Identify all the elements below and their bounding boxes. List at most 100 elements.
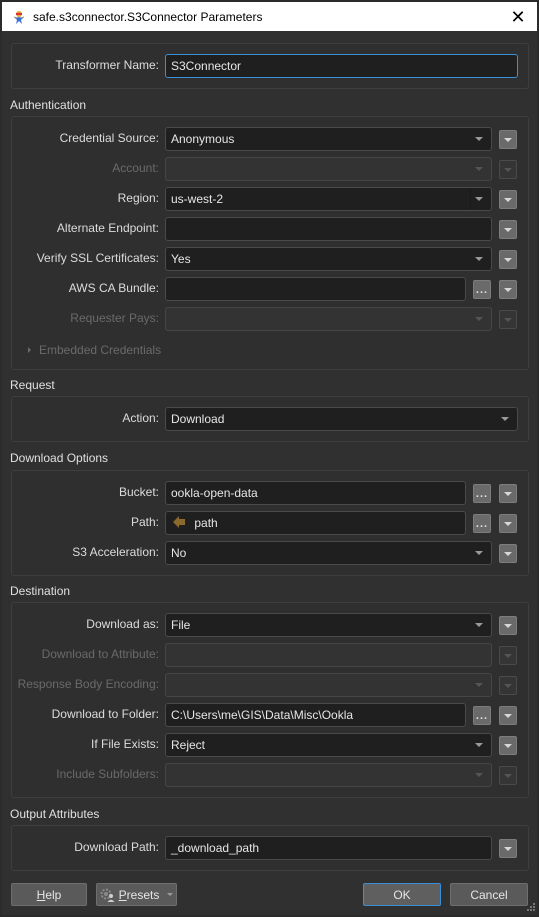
chevron-down-icon: [504, 773, 512, 778]
close-icon[interactable]: ✕: [507, 6, 529, 28]
window-title: safe.s3connector.S3Connector Parameters: [33, 9, 263, 24]
response-body-encoding-label: Response Body Encoding:: [17, 677, 159, 691]
chevron-down-icon: [504, 287, 512, 292]
chevron-down-icon: [167, 893, 174, 896]
credential-source-select[interactable]: Anonymous: [165, 127, 492, 151]
path-row: Path: path ...: [12, 511, 528, 535]
verify-ssl-select[interactable]: Yes: [165, 247, 492, 271]
path-browse-button[interactable]: ...: [473, 514, 491, 533]
requester-pays-menu-button: [499, 310, 517, 329]
download-as-menu-button[interactable]: [499, 616, 517, 635]
account-select: [165, 157, 492, 181]
requester-pays-select: [165, 307, 492, 331]
chevron-down-icon: [504, 743, 512, 748]
download-to-attribute-input: [165, 643, 492, 667]
chevron-down-icon: [475, 167, 483, 171]
region-value: us-west-2: [171, 192, 224, 206]
help-button[interactable]: Help: [11, 883, 87, 906]
chevron-down-icon: [475, 137, 483, 141]
section-title-output-attributes: Output Attributes: [10, 807, 100, 821]
aws-ca-bundle-browse-button[interactable]: ...: [473, 280, 491, 299]
download-path-label: Download Path:: [74, 840, 159, 854]
resize-grip-icon[interactable]: [525, 903, 535, 913]
download-as-select[interactable]: File: [165, 613, 492, 637]
cancel-button[interactable]: Cancel: [450, 883, 528, 906]
requester-pays-row: Requester Pays:: [12, 307, 528, 331]
chevron-down-icon: [475, 743, 483, 747]
verify-ssl-row: Verify SSL Certificates: Yes: [12, 247, 528, 271]
chevron-down-icon: [504, 317, 512, 322]
if-file-exists-select[interactable]: Reject: [165, 733, 492, 757]
verify-ssl-menu-button[interactable]: [499, 250, 517, 269]
chevron-down-icon: [504, 683, 512, 688]
account-label: Account:: [112, 161, 159, 175]
bucket-browse-button[interactable]: ...: [473, 484, 491, 503]
transformer-name-group: Transformer Name: S3Connector: [11, 43, 529, 89]
region-label: Region:: [117, 191, 159, 205]
download-as-value: File: [171, 618, 191, 632]
path-input[interactable]: path: [165, 511, 466, 535]
destination-group: Download as: File Download to Attribute:…: [11, 602, 529, 798]
s3-acceleration-select[interactable]: No: [165, 541, 492, 565]
download-path-input[interactable]: _download_path: [165, 836, 492, 860]
download-as-label: Download as:: [86, 617, 159, 631]
credential-source-menu-button[interactable]: [499, 130, 517, 149]
path-menu-button[interactable]: [499, 514, 517, 533]
response-body-encoding-row: Response Body Encoding:: [12, 673, 528, 697]
alternate-endpoint-input[interactable]: [165, 217, 492, 241]
aws-ca-bundle-label: AWS CA Bundle:: [68, 281, 159, 295]
if-file-exists-row: If File Exists: Reject: [12, 733, 528, 757]
download-options-group: Bucket: ookla-open-data ... Path: path .…: [11, 470, 529, 576]
path-value: path: [194, 516, 218, 530]
bucket-menu-button[interactable]: [499, 484, 517, 503]
action-label: Action:: [122, 411, 159, 425]
chevron-right-icon: [28, 347, 31, 353]
chevron-down-icon: [475, 551, 483, 555]
help-mnemonic: H: [36, 887, 46, 902]
region-row: Region: us-west-2: [12, 187, 528, 211]
combo-separator: [470, 188, 471, 210]
alternate-endpoint-row: Alternate Endpoint:: [12, 217, 528, 241]
s3-acceleration-label: S3 Acceleration:: [72, 545, 159, 559]
credential-source-row: Credential Source: Anonymous: [12, 127, 528, 151]
dialog-content: Transformer Name: S3Connector Authentica…: [2, 31, 537, 915]
account-menu-button: [499, 160, 517, 179]
chevron-down-icon: [504, 623, 512, 628]
gear-user-icon: [100, 888, 116, 902]
if-file-exists-menu-button[interactable]: [499, 736, 517, 755]
download-to-attribute-menu-button: [499, 646, 517, 665]
alternate-endpoint-menu-button[interactable]: [499, 220, 517, 239]
region-menu-button[interactable]: [499, 190, 517, 209]
download-to-folder-input[interactable]: C:\Users\me\GIS\Data\Misc\Ookla: [165, 703, 466, 727]
download-path-menu-button[interactable]: [499, 839, 517, 858]
s3-acceleration-value: No: [171, 546, 187, 560]
chevron-down-icon: [504, 257, 512, 262]
s3-acceleration-menu-button[interactable]: [499, 544, 517, 563]
download-to-folder-row: Download to Folder: C:\Users\me\GIS\Data…: [12, 703, 528, 727]
region-combo[interactable]: us-west-2: [165, 187, 492, 211]
verify-ssl-value: Yes: [171, 252, 191, 266]
presets-button[interactable]: Presets: [96, 883, 177, 906]
chevron-down-icon: [504, 551, 512, 556]
transformer-name-label: Transformer Name:: [55, 58, 159, 72]
chevron-down-icon: [504, 713, 512, 718]
download-to-attribute-row: Download to Attribute:: [12, 643, 528, 667]
action-select[interactable]: Download: [165, 407, 518, 431]
ok-button[interactable]: OK: [363, 883, 441, 906]
requester-pays-label: Requester Pays:: [70, 311, 159, 325]
attribute-arrow-icon: [173, 516, 185, 531]
bucket-input[interactable]: ookla-open-data: [165, 481, 466, 505]
download-to-folder-menu-button[interactable]: [499, 706, 517, 725]
credential-source-label: Credential Source:: [59, 131, 159, 145]
chevron-down-icon: [475, 773, 483, 777]
embedded-credentials-toggle[interactable]: Embedded Credentials: [28, 343, 161, 357]
aws-ca-bundle-input[interactable]: [165, 277, 466, 301]
chevron-down-icon: [475, 197, 483, 201]
download-to-folder-browse-button[interactable]: ...: [473, 706, 491, 725]
transformer-name-input[interactable]: S3Connector: [165, 54, 518, 78]
chevron-down-icon: [475, 683, 483, 687]
aws-ca-bundle-menu-button[interactable]: [499, 280, 517, 299]
account-row: Account:: [12, 157, 528, 181]
transformer-name-row: Transformer Name: S3Connector: [12, 54, 528, 78]
if-file-exists-label: If File Exists:: [90, 737, 159, 751]
